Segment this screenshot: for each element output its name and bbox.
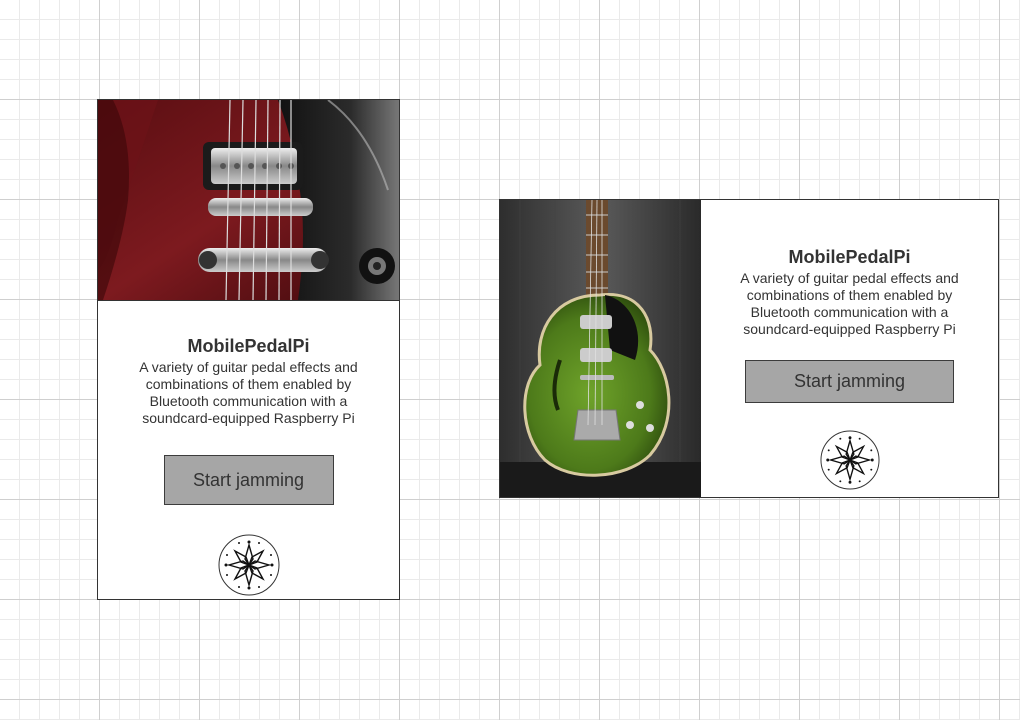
- card-description: A variety of guitar pedal effects and co…: [740, 270, 959, 337]
- card-description: A variety of guitar pedal effects and co…: [139, 359, 358, 426]
- star-ornament-logo-icon: [819, 430, 880, 490]
- project-card-portrait: MobilePedalPi A variety of guitar pedal …: [97, 99, 400, 600]
- star-ornament-logo-icon: [218, 534, 279, 596]
- card-title: MobilePedalPi: [187, 336, 310, 356]
- guitar-photo-red: [98, 100, 399, 301]
- card-content: MobilePedalPi A variety of guitar pedal …: [701, 200, 998, 497]
- card-title: MobilePedalPi: [788, 247, 911, 267]
- project-card-landscape: MobilePedalPi A variety of guitar pedal …: [499, 199, 999, 498]
- card-content: MobilePedalPi A variety of guitar pedal …: [98, 301, 399, 599]
- start-jamming-button[interactable]: Start jamming: [163, 455, 334, 505]
- start-jamming-button[interactable]: Start jamming: [745, 360, 954, 403]
- guitar-photo-green: [500, 200, 701, 497]
